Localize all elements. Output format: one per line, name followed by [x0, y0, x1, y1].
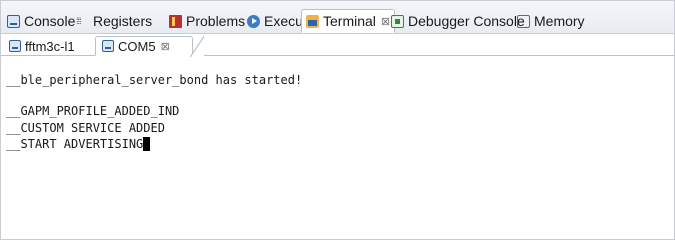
terminal-line-text: __START ADVERTISING	[6, 137, 144, 151]
tab-terminal[interactable]: Terminal ⊠	[301, 9, 396, 33]
terminal-line-last: __START ADVERTISING	[6, 137, 151, 151]
terminal-output[interactable]: __ble_peripheral_server_bond has started…	[1, 56, 674, 239]
memory-icon	[517, 14, 530, 28]
tab-label: fftm3c-l1	[25, 38, 75, 54]
tab-label: Registers	[93, 13, 153, 29]
tab-label: Memory	[534, 13, 585, 29]
tab-label: Terminal	[323, 13, 376, 29]
terminal-line: __ble_peripheral_server_bond has started…	[6, 73, 303, 87]
executables-icon	[247, 14, 260, 28]
text-cursor	[143, 137, 151, 151]
tab-label: COM5	[118, 38, 156, 54]
tab-registers[interactable]: ⁞⁞⁞ Registers	[76, 9, 152, 33]
session-tab-strip: fftm3c-l1 COM5 ⊠	[1, 34, 674, 57]
tab-debugger-console[interactable]: Debugger Console	[391, 9, 525, 33]
tab-session-com5[interactable]: COM5 ⊠	[95, 36, 204, 57]
terminal-view: Console ⁞⁞⁞ Registers Problems Executabl…	[0, 0, 675, 240]
debugger-console-icon	[391, 14, 404, 28]
tab-console[interactable]: Console	[7, 9, 75, 33]
tab-label: Debugger Console	[408, 13, 525, 29]
terminal-icon	[306, 14, 319, 28]
tab-label: Console	[24, 13, 76, 29]
close-icon[interactable]: ⊠	[161, 40, 170, 53]
tab-session-fftm3c[interactable]: fftm3c-l1	[9, 36, 75, 56]
monitor-icon	[9, 40, 21, 52]
tab-problems[interactable]: Problems	[169, 9, 245, 33]
terminal-line: __GAPM_PROFILE_ADDED_IND	[6, 104, 180, 118]
view-tab-strip: Console ⁞⁞⁞ Registers Problems Executabl…	[1, 1, 674, 34]
tab-memory[interactable]: Memory	[514, 9, 585, 33]
problems-icon	[169, 14, 182, 28]
console-icon	[7, 14, 20, 28]
close-icon[interactable]: ⊠	[381, 15, 390, 28]
monitor-icon	[102, 40, 114, 52]
registers-icon: ⁞⁞⁞	[76, 15, 82, 26]
tab-label: Problems	[186, 13, 246, 29]
terminal-line: __CUSTOM SERVICE ADDED	[6, 121, 165, 135]
